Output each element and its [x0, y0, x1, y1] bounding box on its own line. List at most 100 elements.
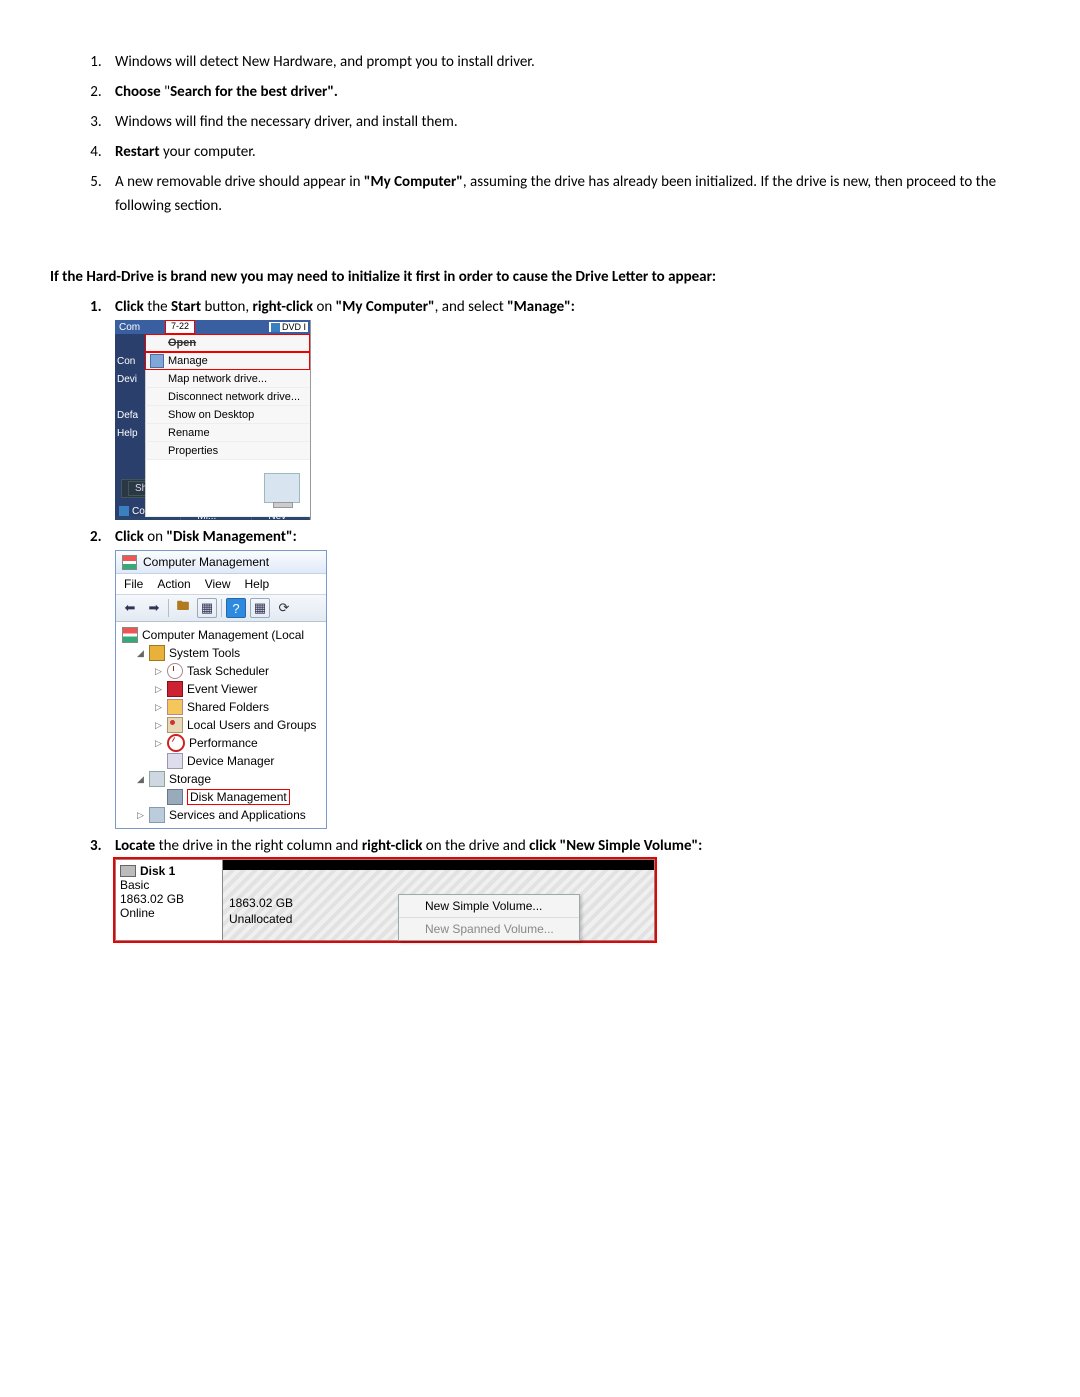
text: System Tools [169, 646, 240, 660]
text: A new removable drive should appear in [115, 173, 364, 191]
menu-help[interactable]: Help [245, 577, 270, 591]
manage-icon [150, 354, 164, 368]
volume-label: 1863.02 GB Unallocated [229, 896, 293, 927]
text: Start [171, 298, 201, 316]
tree-system-tools[interactable]: ◢System Tools [120, 644, 326, 662]
gauge-icon [167, 734, 185, 752]
tree-disk-management[interactable]: Disk Management [120, 788, 326, 806]
tree-services-apps[interactable]: ▷Services and Applications [120, 806, 326, 824]
tree-device-manager[interactable]: Device Manager [120, 752, 326, 770]
text: Locate [115, 837, 155, 855]
event-icon [167, 681, 183, 697]
storage-icon [149, 771, 165, 787]
side-blank [115, 442, 145, 460]
step-2: Click on "Disk Management": Computer Man… [105, 528, 1030, 829]
text: the [144, 298, 171, 316]
text: click "New Simple Volume": [529, 837, 702, 855]
side-con: Con [115, 352, 145, 370]
text: Computer Management (Local [142, 628, 304, 642]
text: "Manage": [507, 298, 575, 316]
text: Performance [189, 736, 258, 750]
text: "My Computer" [336, 298, 435, 316]
computer-icon [119, 506, 129, 516]
tree-performance[interactable]: ▷ Performance [120, 734, 326, 752]
text: Windows will detect New Hardware, and pr… [115, 53, 535, 71]
app-icon [122, 627, 138, 643]
text: button, [201, 298, 252, 316]
help-button[interactable]: ? [226, 598, 246, 618]
step-3: Locate the drive in the right column and… [105, 837, 1030, 941]
section-heading: If the Hard-Drive is brand new you may n… [50, 268, 1030, 286]
tree-task-scheduler[interactable]: ▷Task Scheduler [120, 662, 326, 680]
intro-list: Windows will detect New Hardware, and pr… [50, 50, 1030, 218]
expand-icon: ▷ [154, 738, 163, 749]
refresh-button[interactable]: ⟳ [274, 598, 294, 618]
menu-file[interactable]: File [124, 577, 143, 591]
intro-item-1: Windows will detect New Hardware, and pr… [105, 50, 1030, 74]
tree-event-viewer[interactable]: ▷ Event Viewer [120, 680, 326, 698]
disk-status: Online [120, 906, 218, 920]
tree-local-users[interactable]: ▷ Local Users and Groups [120, 716, 326, 734]
back-button[interactable]: ⬅ [120, 598, 140, 618]
text: Services and Applications [169, 808, 306, 822]
menu-new-spanned-volume: New Spanned Volume... [399, 917, 579, 940]
text: Windows will find the necessary driver, … [115, 113, 458, 131]
menu-open[interactable]: Open [145, 334, 310, 352]
text: Task Scheduler [187, 664, 269, 678]
menu-map-drive[interactable]: Map network drive... [145, 370, 310, 388]
properties-button[interactable]: ▦ [197, 598, 217, 618]
text: Click [115, 298, 144, 316]
clock-icon [167, 663, 183, 679]
separator [221, 599, 222, 617]
text: on [313, 298, 336, 316]
text: Unallocated [229, 912, 293, 928]
menu-properties[interactable]: Properties [145, 442, 310, 460]
text: "My Computer" [364, 173, 463, 191]
highlight-box: Disk Management [187, 789, 290, 805]
forward-button[interactable]: ➡ [144, 598, 164, 618]
tree-storage[interactable]: ◢Storage [120, 770, 326, 788]
menu-rename[interactable]: Rename [145, 424, 310, 442]
menubar: File Action View Help [116, 574, 326, 595]
text: Event Viewer [187, 682, 257, 696]
step-1: Click the Start button, right-click on "… [105, 298, 1030, 520]
expand-icon: ▷ [154, 702, 163, 713]
screenshot-computer-management: Computer Management File Action View Hel… [115, 550, 327, 829]
menu-manage[interactable]: Manage [145, 352, 310, 370]
menu-show-desktop[interactable]: Show on Desktop [145, 406, 310, 424]
tree-root[interactable]: Computer Management (Local [120, 626, 326, 644]
up-button[interactable]: 🖿 [173, 598, 193, 618]
tree-shared-folders[interactable]: ▷Shared Folders [120, 698, 326, 716]
volume-header-bar [223, 860, 654, 870]
expand-icon: ▷ [154, 684, 163, 695]
menu-new-simple-volume[interactable]: New Simple Volume... [399, 895, 579, 917]
text: Device Manager [187, 754, 274, 768]
menu-action[interactable]: Action [157, 577, 190, 591]
text: Restart [115, 143, 160, 161]
text: DVD I [282, 322, 306, 332]
view-button[interactable]: ▦ [250, 598, 270, 618]
text: your computer. [160, 143, 256, 161]
menu-view[interactable]: View [205, 577, 231, 591]
text: right-click [362, 837, 423, 855]
intro-item-2: Choose "Search for the best driver". [105, 80, 1030, 104]
tree-view: Computer Management (Local ◢System Tools… [116, 622, 326, 828]
disk-type: Basic [120, 878, 218, 892]
menu-disconnect-drive[interactable]: Disconnect network drive... [145, 388, 310, 406]
text: the drive in the right column and [155, 837, 362, 855]
intro-item-5: A new removable drive should appear in "… [105, 170, 1030, 218]
expand-icon: ▷ [154, 720, 163, 731]
window-title: Computer Management [143, 555, 269, 569]
text: Local Users and Groups [187, 718, 316, 732]
text: Search for the best driver". [170, 83, 338, 101]
disk-icon [167, 789, 183, 805]
side-def: Defa [115, 406, 145, 424]
intro-item-4: Restart your computer. [105, 140, 1030, 164]
disk-icon [120, 865, 136, 877]
dvd-icon [271, 323, 280, 332]
disk-size: 1863.02 GB [120, 892, 218, 906]
collapse-icon: ◢ [136, 774, 145, 785]
text: on [144, 528, 167, 546]
volume-unallocated[interactable]: 1863.02 GB Unallocated New Simple Volume… [222, 859, 655, 941]
side-dev: Devi [115, 370, 145, 388]
